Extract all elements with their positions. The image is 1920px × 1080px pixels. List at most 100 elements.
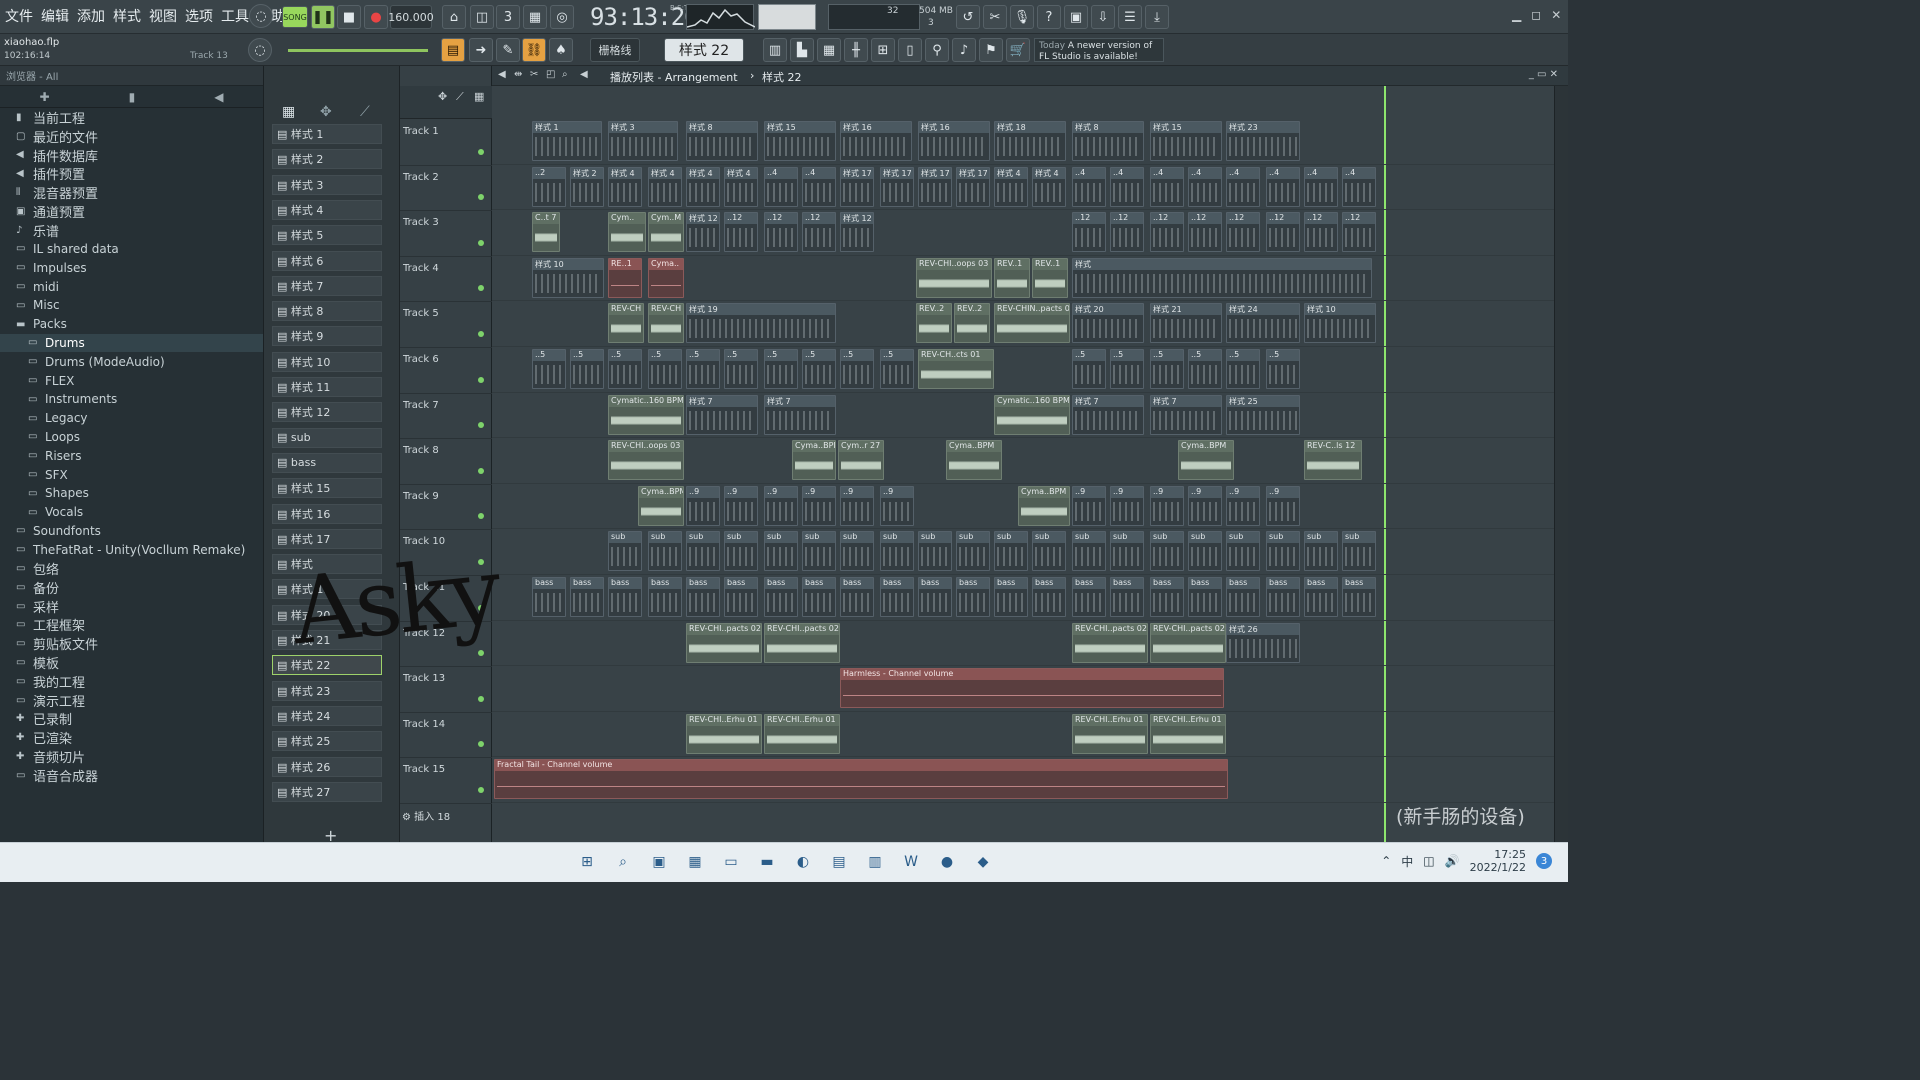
playlist-clip[interactable]: ..5 xyxy=(724,349,758,389)
playlist-clip[interactable]: 样式 8 xyxy=(1072,121,1144,161)
playlist-clip[interactable]: C..t 7 xyxy=(532,212,560,253)
track-mute-icon[interactable] xyxy=(478,239,484,246)
pattern-item[interactable]: ▤ 样式 15 xyxy=(272,478,382,499)
browser-files-icon[interactable]: ▮ xyxy=(129,90,136,104)
track-mute-icon[interactable] xyxy=(478,650,484,657)
help-icon[interactable]: ? xyxy=(1037,5,1061,29)
playlist-clip[interactable]: ..9 xyxy=(802,485,836,526)
playlist-clip[interactable]: ..9 xyxy=(1072,485,1106,526)
touch-keyboard-icon[interactable]: ♪ xyxy=(952,38,976,62)
playlist-clip[interactable]: sub xyxy=(648,531,682,572)
track-mute-icon[interactable] xyxy=(478,330,484,337)
track-header[interactable]: Track 1 xyxy=(400,120,492,166)
playback-icon[interactable]: ◀ xyxy=(580,69,588,80)
playlist-clip[interactable]: ..9 xyxy=(880,485,914,526)
browser-item[interactable]: ▭ 演示工程 xyxy=(0,691,263,710)
browser-item[interactable]: ▭ Risers xyxy=(0,446,263,465)
pattern-item[interactable]: ▤ 样式 25 xyxy=(272,731,382,752)
playlist-clip[interactable]: bass xyxy=(1072,577,1106,617)
playlist-clip[interactable]: REV-CH..cts 01 xyxy=(918,349,994,389)
track-mute-icon[interactable] xyxy=(478,422,484,429)
menu-item-6[interactable]: 工具 xyxy=(220,6,250,26)
record-icon[interactable]: ● xyxy=(364,5,388,29)
playlist-clip[interactable]: bass xyxy=(880,577,914,617)
countdown-icon[interactable]: 3 xyxy=(496,5,520,29)
playlist-clip[interactable]: 样式 10 xyxy=(1304,303,1376,344)
playlist-clip[interactable]: sub xyxy=(1032,531,1066,572)
fl-studio-icon[interactable]: ◆ xyxy=(972,851,994,873)
playlist-clip[interactable]: bass xyxy=(1032,577,1066,617)
playlist-clip[interactable]: ..12 xyxy=(1342,212,1376,253)
playlist-clip[interactable]: Cyma.. xyxy=(648,257,684,298)
playlist-clip[interactable]: sub xyxy=(608,531,642,572)
playlist-clip[interactable]: bass xyxy=(724,577,758,617)
playlist-clip[interactable]: ..12 xyxy=(764,212,798,253)
mixer-view-icon[interactable]: ╫ xyxy=(844,38,868,62)
playlist-clip[interactable]: 样式 8 xyxy=(686,121,758,161)
pattern-item[interactable]: ▤ 样式 10 xyxy=(272,351,382,372)
playlist-clip[interactable]: Cyma..BPM xyxy=(946,440,1002,481)
plugin-picker-icon[interactable]: ⊞ xyxy=(871,38,895,62)
track-header[interactable]: Track 13 xyxy=(400,667,492,713)
menu-item-2[interactable]: 添加 xyxy=(76,6,106,26)
playlist-clip[interactable]: 样式 4 xyxy=(608,166,642,207)
master-volume-knob-icon[interactable]: ◌ xyxy=(248,38,272,62)
pattern-song-knob-icon[interactable]: ◌ xyxy=(249,4,273,28)
pattern-item[interactable]: ▤ sub xyxy=(272,427,382,448)
playlist-clip[interactable]: sub xyxy=(1150,531,1184,572)
browser-item[interactable]: ▣ 通道预置 xyxy=(0,202,263,221)
pattern-item[interactable]: ▤ 样式 6 xyxy=(272,250,382,271)
playlist-clip[interactable]: Cyma..BPM xyxy=(1178,440,1234,481)
word-icon[interactable]: W xyxy=(900,851,922,873)
playlist-clip[interactable]: 样式 21 xyxy=(1150,303,1222,344)
store-icon[interactable]: ▤ xyxy=(828,851,850,873)
playlist-clip[interactable]: 样式 17 xyxy=(956,166,990,207)
playlist-clip[interactable]: ..9 xyxy=(686,485,720,526)
playlist-clip[interactable]: bass xyxy=(918,577,952,617)
tray-network-icon[interactable]: ◫ xyxy=(1423,854,1434,868)
browser-item[interactable]: ▬ Packs xyxy=(0,315,263,334)
playlist-clip[interactable]: ..12 xyxy=(1266,212,1300,253)
pattern-item[interactable]: ▤ 样式 4 xyxy=(272,199,382,220)
browser-item[interactable]: ♪ 乐谱 xyxy=(0,221,263,240)
playlist-clip[interactable]: 样式 7 xyxy=(764,394,836,435)
playlist-clip[interactable]: 样式 26 xyxy=(1226,622,1300,663)
browser-item[interactable]: ▭ midi xyxy=(0,277,263,296)
playlist-clip[interactable]: ..4 xyxy=(1342,166,1376,207)
playlist-clip[interactable]: sub xyxy=(1342,531,1376,572)
brush-icon[interactable]: ✎ xyxy=(496,38,520,62)
playlist-clip[interactable]: ..5 xyxy=(1150,349,1184,389)
playlist-clip[interactable]: ..12 xyxy=(1188,212,1222,253)
playlist-clip[interactable]: bass xyxy=(994,577,1028,617)
playlist-clip[interactable]: bass xyxy=(1266,577,1300,617)
playlist-lane[interactable] xyxy=(492,712,1554,758)
track-grid-icon[interactable]: ▦ xyxy=(474,90,484,103)
playlist-clip[interactable]: sub xyxy=(724,531,758,572)
pattern-selector[interactable]: 样式 22 xyxy=(664,38,744,62)
playlist-clip[interactable]: sub xyxy=(686,531,720,572)
playlist-clip[interactable]: ..9 xyxy=(764,485,798,526)
widgets-icon[interactable]: ▦ xyxy=(684,851,706,873)
picker-audio-icon[interactable]: ✥ xyxy=(320,104,332,120)
browser-item[interactable]: ▢ 最近的文件 xyxy=(0,127,263,146)
snap-selector[interactable]: 栅格线 xyxy=(590,38,640,62)
metronome-icon[interactable]: ⌂ xyxy=(442,5,466,29)
playlist-clip[interactable]: REV-CHI..Erhu 01 xyxy=(1150,713,1226,754)
tray-sound-icon[interactable]: 🔊 xyxy=(1445,854,1460,868)
mixer-icon[interactable]: ▥ xyxy=(763,38,787,62)
playlist-clip[interactable]: 样式 7 xyxy=(1072,394,1144,435)
link-icon[interactable]: ⛓ xyxy=(522,38,546,62)
browser-item[interactable]: ▭ Shapes xyxy=(0,484,263,503)
playlist-clip[interactable]: Cym..r 27 xyxy=(838,440,884,481)
browser-icon[interactable]: ▯ xyxy=(898,38,922,62)
browser-item[interactable]: ▭ Drums xyxy=(0,333,263,353)
playlist-clip[interactable]: REV..1 xyxy=(994,257,1030,298)
playlist-clip[interactable]: REV-CHI..oops 03 xyxy=(916,257,992,298)
browser-item[interactable]: ▭ 备份 xyxy=(0,578,263,597)
pattern-item[interactable]: ▤ 样式 3 xyxy=(272,174,382,195)
plugin-icon[interactable]: ⚲ xyxy=(925,38,949,62)
app-icon[interactable]: ▥ xyxy=(864,851,886,873)
playlist-clip[interactable]: 样式 12 xyxy=(840,212,874,253)
playlist-clip[interactable]: ..5 xyxy=(764,349,798,389)
playlist-clip[interactable]: ..4 xyxy=(1188,166,1222,207)
